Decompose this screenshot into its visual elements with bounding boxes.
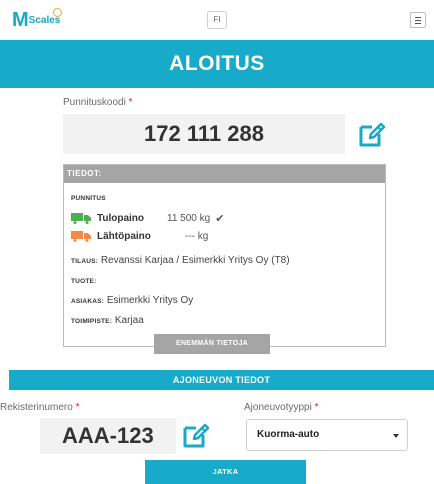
vehicle-type-label-text: Ajoneuvotyyppi [244, 402, 312, 413]
hamburger-line [415, 23, 421, 24]
office-key: TOIMIPISTE: [71, 318, 113, 325]
language-button[interactable]: FI [207, 11, 227, 29]
weighing-heading: PUNNITUS [71, 195, 106, 202]
departure-weight-label: Lähtöpaino [97, 230, 151, 242]
product-key: TUOTE: [71, 278, 97, 285]
continue-button[interactable]: JATKA [145, 460, 306, 484]
arrival-weight-row: Tulopaino 11 500 kg ✔ [71, 211, 224, 225]
order-row: TILAUS: Revanssi Karjaa / Esimerkki Yrit… [71, 255, 290, 266]
customer-row: ASIAKAS: Esimerkki Yritys Oy [71, 295, 193, 306]
registration-label: Rekisterinumero * [0, 402, 80, 413]
arrival-weight-value: 11 500 kg [167, 212, 211, 224]
edit-icon[interactable] [357, 119, 387, 149]
details-heading: TIEDOT: [64, 165, 385, 183]
weighing-code-label-text: Punnituskoodi [63, 97, 126, 108]
departure-weight-row: Lähtöpaino --- kg [71, 229, 208, 243]
hamburger-line [415, 20, 421, 21]
required-mark: * [75, 402, 80, 413]
weighing-code-field[interactable]: 172 111 288 [63, 114, 345, 154]
vehicle-type-select[interactable]: Kuorma-auto [246, 419, 408, 451]
customer-value: Esimerkki Yritys Oy [106, 295, 194, 306]
order-key: TILAUS: [71, 258, 99, 265]
vehicle-heading: AJONEUVON TIEDOT [9, 370, 434, 390]
truck-green-icon [71, 212, 91, 224]
required-mark: * [314, 402, 319, 413]
vehicle-type-value: Kuorma-auto [257, 429, 320, 440]
logo-letter: M [12, 9, 29, 31]
chevron-down-icon [393, 434, 399, 438]
departure-weight-value: --- kg [185, 230, 209, 242]
vehicle-type-label: Ajoneuvotyyppi * [244, 402, 319, 413]
customer-key: ASIAKAS: [71, 298, 105, 305]
arrival-weight-label: Tulopaino [97, 212, 145, 224]
edit-registration-icon[interactable] [181, 420, 211, 450]
registration-field[interactable]: AAA-123 [40, 418, 176, 454]
order-value: Revanssi Karjaa / Esimerkki Yritys Oy (T… [100, 255, 290, 266]
app-logo[interactable]: M Scales [12, 8, 62, 31]
hamburger-icon [415, 17, 421, 18]
menu-button[interactable] [410, 12, 426, 28]
registration-label-text: Rekisterinumero [0, 402, 73, 413]
details-panel: TIEDOT: PUNNITUS Tulopaino 11 500 kg ✔ L… [63, 164, 386, 347]
page-title: ALOITUS [0, 40, 434, 88]
more-info-button[interactable]: ENEMMÄN TIETOJA [154, 334, 270, 354]
product-row: TUOTE: [71, 275, 96, 286]
truck-orange-icon [71, 230, 91, 242]
required-mark: * [128, 97, 133, 108]
check-icon: ✔ [215, 212, 225, 225]
office-value: Karjaa [114, 315, 144, 326]
logo-ring-icon [53, 8, 62, 17]
office-row: TOIMIPISTE: Karjaa [71, 315, 144, 326]
weighing-code-label: Punnituskoodi * [63, 97, 133, 108]
top-bar: M Scales FI [0, 0, 434, 40]
